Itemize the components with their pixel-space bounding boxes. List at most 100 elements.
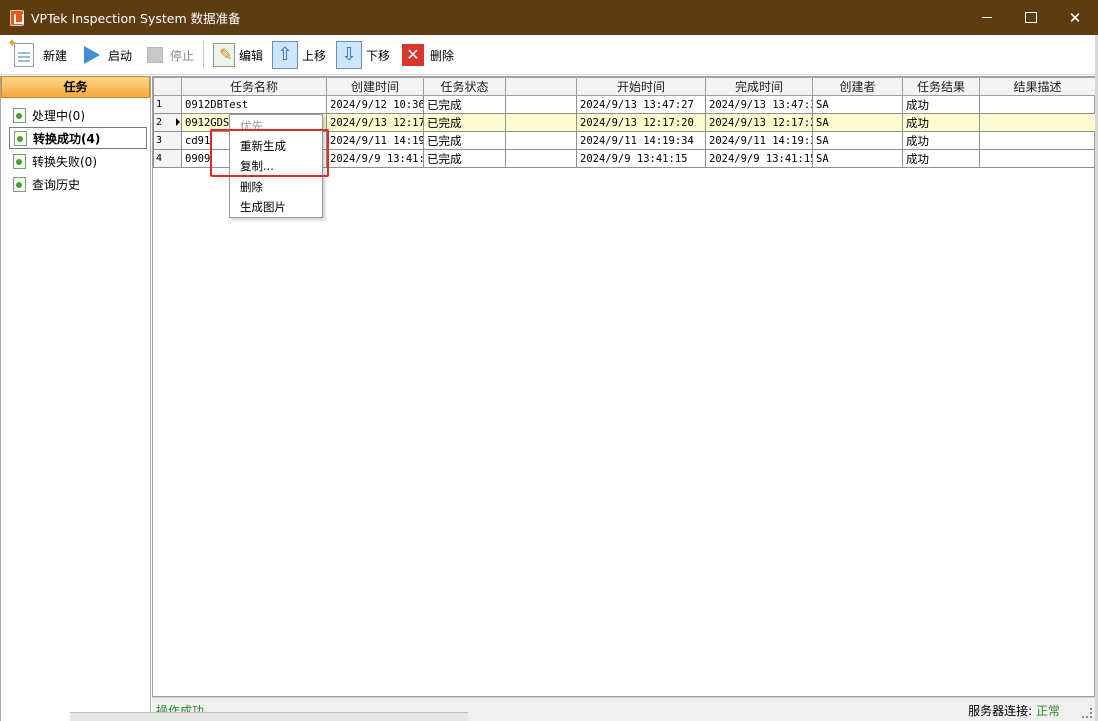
cell-task-result[interactable]: 成功 bbox=[902, 95, 980, 114]
cell-task-status[interactable]: 已完成 bbox=[423, 149, 506, 168]
menu-item-generate-image[interactable]: 生成图片 bbox=[240, 197, 286, 217]
cell-start-time[interactable]: 2024/9/9 13:41:15 bbox=[576, 149, 706, 168]
move-up-button-label: 上移 bbox=[302, 48, 327, 63]
task-sidebar: 任务 处理中(0) 转换成功(4) 转换失败(0) 查询历史 bbox=[0, 76, 151, 721]
new-document-icon bbox=[7, 36, 34, 67]
current-row-arrow-icon bbox=[176, 118, 180, 126]
task-document-icon bbox=[14, 130, 27, 146]
sidebar-item-failed[interactable]: 转换失败(0) bbox=[9, 150, 147, 172]
annotation-highlight-box bbox=[210, 129, 329, 177]
cell-blank[interactable] bbox=[505, 131, 577, 150]
cell-creator[interactable]: SA bbox=[812, 131, 903, 150]
move-down-button-label: 下移 bbox=[366, 48, 391, 63]
column-header-creator[interactable]: 创建者 bbox=[812, 77, 903, 96]
cell-blank[interactable] bbox=[505, 113, 577, 132]
sidebar-item-label: 转换成功(4) bbox=[33, 131, 101, 146]
server-connection-value: 正常 bbox=[1035, 704, 1060, 718]
edit-button[interactable]: 编辑 bbox=[213, 39, 263, 71]
cell-creator[interactable]: SA bbox=[812, 113, 903, 132]
row-number-label: 2 bbox=[156, 117, 163, 128]
cell-task-result[interactable]: 成功 bbox=[902, 113, 980, 132]
toolbar: 新建 启动 停止 编辑 ⇧ 上移 ⇩ 下移 ✕ 删除 bbox=[0, 35, 1098, 75]
cell-start-time[interactable]: 2024/9/13 12:17:20 bbox=[576, 113, 706, 132]
move-down-button[interactable]: ⇩ 下移 bbox=[336, 39, 390, 71]
column-header-task-result[interactable]: 任务结果 bbox=[902, 77, 980, 96]
cell-created-time[interactable]: 2024/9/9 13:41: bbox=[326, 149, 424, 168]
cell-blank[interactable] bbox=[505, 149, 577, 168]
column-header-result-desc[interactable]: 结果描述 bbox=[979, 77, 1096, 96]
edit-icon bbox=[213, 43, 235, 67]
cell-start-time[interactable]: 2024/9/13 13:47:27 bbox=[576, 95, 706, 114]
cell-task-status[interactable]: 已完成 bbox=[423, 113, 506, 132]
cell-result-desc[interactable] bbox=[979, 95, 1096, 114]
column-header-rownum[interactable] bbox=[153, 77, 182, 96]
play-icon bbox=[84, 46, 100, 64]
cell-finish-time[interactable]: 2024/9/13 12:17:2 bbox=[705, 113, 813, 132]
column-header-finish-time[interactable]: 完成时间 bbox=[705, 77, 813, 96]
cell-finish-time[interactable]: 2024/9/11 14:19:3 bbox=[705, 131, 813, 150]
sidebar-item-processing[interactable]: 处理中(0) bbox=[9, 104, 147, 126]
stop-icon bbox=[147, 47, 163, 63]
cell-task-name[interactable]: 0912DBTest bbox=[181, 95, 327, 114]
background-window-strip bbox=[70, 712, 468, 721]
column-header-start-time[interactable]: 开始时间 bbox=[576, 77, 706, 96]
cell-start-time[interactable]: 2024/9/11 14:19:34 bbox=[576, 131, 706, 150]
row-number[interactable]: 3 bbox=[153, 131, 182, 150]
edit-button-label: 编辑 bbox=[239, 48, 264, 63]
cell-task-result[interactable]: 成功 bbox=[902, 131, 980, 150]
cell-blank[interactable] bbox=[505, 95, 577, 114]
new-button[interactable]: 新建 bbox=[7, 36, 68, 71]
sidebar-item-label: 转换失败(0) bbox=[32, 154, 97, 169]
sidebar-item-history[interactable]: 查询历史 bbox=[9, 173, 147, 195]
table-row[interactable]: 1 0912DBTest 2024/9/12 10:36 已完成 2024/9/… bbox=[153, 95, 1096, 114]
server-connection-status: 服务器连接: 正常 bbox=[968, 702, 1060, 719]
start-button-label: 启动 bbox=[108, 48, 133, 63]
cell-finish-time[interactable]: 2024/9/9 13:41:15 bbox=[705, 149, 813, 168]
start-button[interactable]: 启动 bbox=[80, 39, 132, 71]
row-number[interactable]: 1 bbox=[153, 95, 182, 114]
table-header-row: 任务名称 创建时间 任务状态 开始时间 完成时间 创建者 任务结果 结果描述 bbox=[153, 77, 1096, 96]
sidebar-item-success[interactable]: 转换成功(4) bbox=[9, 127, 147, 149]
arrow-up-icon: ⇧ bbox=[272, 41, 298, 69]
delete-button[interactable]: ✕ 删除 bbox=[402, 39, 454, 71]
cell-result-desc[interactable] bbox=[979, 131, 1096, 150]
move-up-button[interactable]: ⇧ 上移 bbox=[272, 39, 326, 71]
arrow-down-icon: ⇩ bbox=[336, 41, 362, 69]
cell-result-desc[interactable] bbox=[979, 113, 1096, 132]
cell-created-time[interactable]: 2024/9/11 14:19 bbox=[326, 131, 424, 150]
task-document-icon bbox=[13, 153, 26, 169]
window-title: VPTek Inspection System 数据准备 bbox=[31, 11, 241, 26]
stop-button[interactable]: 停止 bbox=[147, 39, 194, 71]
cell-task-status[interactable]: 已完成 bbox=[423, 131, 506, 150]
server-connection-label: 服务器连接: bbox=[968, 704, 1033, 718]
cell-task-result[interactable]: 成功 bbox=[902, 149, 980, 168]
column-header-blank[interactable] bbox=[505, 77, 577, 96]
cell-result-desc[interactable] bbox=[979, 149, 1096, 168]
delete-x-icon: ✕ bbox=[402, 44, 424, 66]
close-icon[interactable]: ✕ bbox=[1052, 0, 1098, 35]
column-header-created-time[interactable]: 创建时间 bbox=[326, 77, 424, 96]
stop-button-label: 停止 bbox=[170, 48, 195, 63]
app-logo-icon bbox=[10, 9, 24, 26]
title-bar: VPTek Inspection System 数据准备 ✕ bbox=[0, 0, 1098, 35]
sidebar-header: 任务 bbox=[1, 76, 150, 98]
sidebar-item-label: 处理中(0) bbox=[32, 108, 85, 123]
menu-item-delete[interactable]: 删除 bbox=[240, 177, 263, 197]
resize-grip-icon[interactable] bbox=[1082, 708, 1092, 718]
minimize-icon[interactable] bbox=[964, 0, 1010, 35]
new-button-label: 新建 bbox=[43, 48, 68, 63]
cell-created-time[interactable]: 2024/9/12 10:36 bbox=[326, 95, 424, 114]
cell-created-time[interactable]: 2024/9/13 12:17 bbox=[326, 113, 424, 132]
cell-task-status[interactable]: 已完成 bbox=[423, 95, 506, 114]
column-header-task-name[interactable]: 任务名称 bbox=[181, 77, 327, 96]
column-header-task-status[interactable]: 任务状态 bbox=[423, 77, 506, 96]
cell-finish-time[interactable]: 2024/9/13 13:47:3 bbox=[705, 95, 813, 114]
sidebar-item-label: 查询历史 bbox=[32, 177, 81, 192]
cell-creator[interactable]: SA bbox=[812, 149, 903, 168]
cell-creator[interactable]: SA bbox=[812, 95, 903, 114]
row-number[interactable]: 2 bbox=[153, 113, 182, 132]
task-document-icon bbox=[13, 107, 26, 123]
toolbar-separator bbox=[203, 41, 204, 69]
row-number[interactable]: 4 bbox=[153, 149, 182, 168]
maximize-icon[interactable] bbox=[1008, 0, 1054, 35]
